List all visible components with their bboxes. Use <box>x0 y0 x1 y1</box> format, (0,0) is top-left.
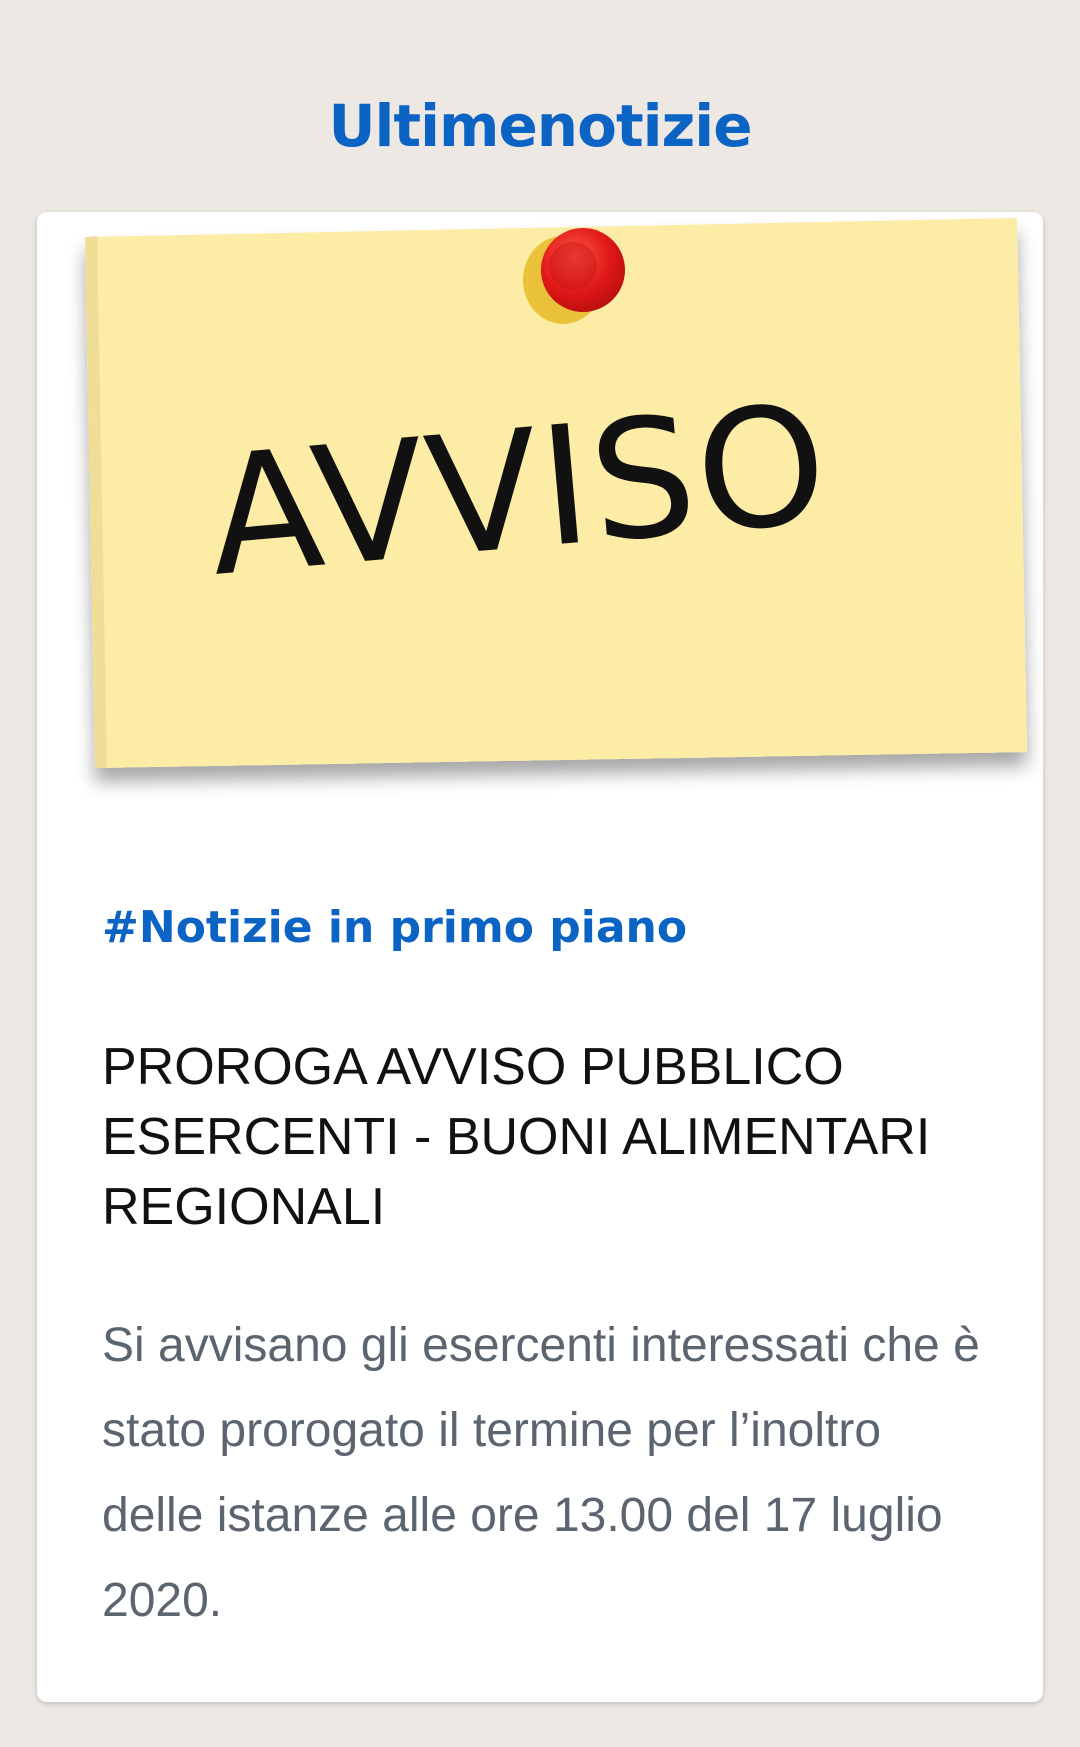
section-title: Ultimenotizie <box>328 92 752 160</box>
category-link[interactable]: #Notizie in primo piano <box>102 893 687 963</box>
news-card[interactable]: AVVISO #Notizie in primo piano PROROGA A… <box>37 212 1043 1702</box>
news-excerpt: Si avvisano gli esercenti interessati ch… <box>102 1319 980 1627</box>
news-image[interactable]: AVVISO <box>37 212 1043 822</box>
news-headline[interactable]: PROROGA AVVISO PUBBLICO ESERCENTI - BUON… <box>102 1032 992 1242</box>
